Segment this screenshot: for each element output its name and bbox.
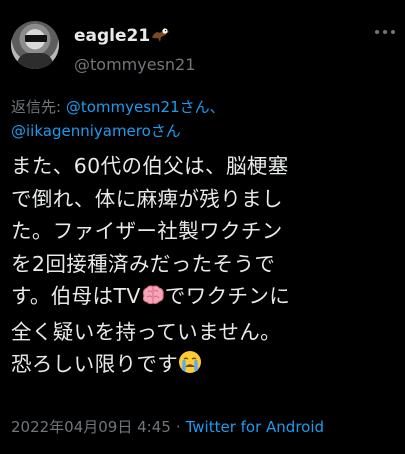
- reply-mention-iikagenniyamero[interactable]: @iikagenniyameroさん: [11, 122, 181, 140]
- tweet-timestamp[interactable]: 2022年04月09日 4:45: [11, 418, 171, 436]
- footer-separator: ·: [175, 418, 181, 436]
- user-avatar[interactable]: [11, 21, 59, 69]
- reply-mention-tommyesn21[interactable]: @tommyesn21さん: [66, 98, 210, 116]
- tweet-line: また、60代の伯父は、脳梗塞: [11, 154, 289, 178]
- crying-face-emoji-icon: [178, 350, 202, 384]
- reply-context: 返信先: @tommyesn21さん、 @iikagenniyameroさん: [11, 95, 401, 143]
- tweet-line: た。ファイザー社製ワクチン: [11, 219, 283, 243]
- user-handle[interactable]: @tommyesn21: [74, 55, 195, 74]
- eagle-emoji-icon: [151, 27, 170, 43]
- brain-emoji-icon: [141, 283, 165, 316]
- tweet-line: 恐ろしい限りです: [11, 348, 405, 384]
- tweet-text: また、60代の伯父は、脳梗塞 で倒れ、体に麻痺が残りまし た。ファイザー社製ワク…: [11, 150, 405, 384]
- tweet-line: を2回接種済みだったそうで: [11, 251, 276, 276]
- tweet-line-part: す。伯母はTV: [11, 284, 141, 308]
- avatar-shirt: [17, 53, 53, 69]
- display-name[interactable]: eagle21: [74, 26, 170, 46]
- reply-mention-separator: 、: [209, 98, 225, 116]
- tweet-line-part: 恐ろしい限りです: [11, 352, 179, 376]
- avatar-censor-bar: [25, 35, 47, 42]
- tweet-line-part: でワクチンに: [164, 284, 291, 308]
- tweet-line: で倒れ、体に麻痺が残りまし: [11, 186, 283, 211]
- tweet-line: す。伯母はTV でワクチンに: [11, 280, 405, 316]
- display-name-text: eagle21: [74, 26, 151, 46]
- reply-prefix: 返信先:: [11, 98, 66, 116]
- tweet-line: 全く疑いを持っていません。: [11, 319, 282, 344]
- more-options-icon[interactable]: [375, 30, 395, 36]
- tweet-footer: 2022年04月09日 4:45 · Twitter for Android: [11, 416, 324, 437]
- tweet-card: eagle21 @tommyesn21 返信先: @tommyesn21さん、 @…: [0, 0, 405, 454]
- tweet-source[interactable]: Twitter for Android: [186, 418, 324, 436]
